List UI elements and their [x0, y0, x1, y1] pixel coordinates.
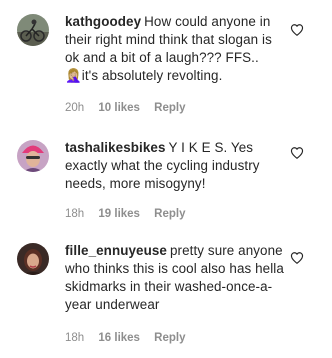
comment-username[interactable]: fille_ennuyeuse — [65, 243, 167, 258]
comment-likes[interactable]: 16 likes — [98, 332, 140, 344]
comment-meta: 20h 10 likes Reply — [65, 101, 197, 115]
comment-username[interactable]: kathgoodey — [65, 14, 141, 29]
avatar[interactable] — [17, 140, 49, 172]
reply-button[interactable]: Reply — [154, 332, 185, 344]
comment-username[interactable]: tashalikesbikes — [65, 140, 166, 155]
comment-text-block: fille_ennuyeuse pretty sure anyone who th… — [65, 242, 290, 314]
comment-likes[interactable]: 19 likes — [98, 208, 140, 220]
reply-button[interactable]: Reply — [154, 102, 185, 114]
comment-text-block: kathgoodey How could anyone in their righ… — [65, 13, 290, 85]
comment-time[interactable]: 20h — [65, 102, 84, 114]
woman-helmet-avatar-icon — [17, 140, 49, 172]
heart-outline-icon[interactable] — [290, 251, 304, 265]
avatar[interactable] — [17, 243, 49, 275]
comment-time[interactable]: 18h — [65, 332, 84, 344]
avatar[interactable] — [17, 14, 49, 46]
comment-time[interactable]: 18h — [65, 208, 84, 220]
reply-button[interactable]: Reply — [154, 208, 185, 220]
cyclist-photo-avatar-icon — [17, 14, 49, 46]
comment-text-block: tashalikesbikes Y I K E S. Yes exactly wh… — [65, 139, 290, 193]
woman-portrait-avatar-icon — [17, 243, 49, 275]
comment-meta: 18h 19 likes Reply — [65, 207, 197, 221]
comment-meta: 18h 16 likes Reply — [65, 331, 197, 345]
comments-list: kathgoodey How could anyone in their righ… — [0, 0, 332, 358]
heart-outline-icon[interactable] — [290, 23, 304, 37]
heart-outline-icon[interactable] — [290, 146, 304, 160]
comment-likes[interactable]: 10 likes — [98, 102, 140, 114]
